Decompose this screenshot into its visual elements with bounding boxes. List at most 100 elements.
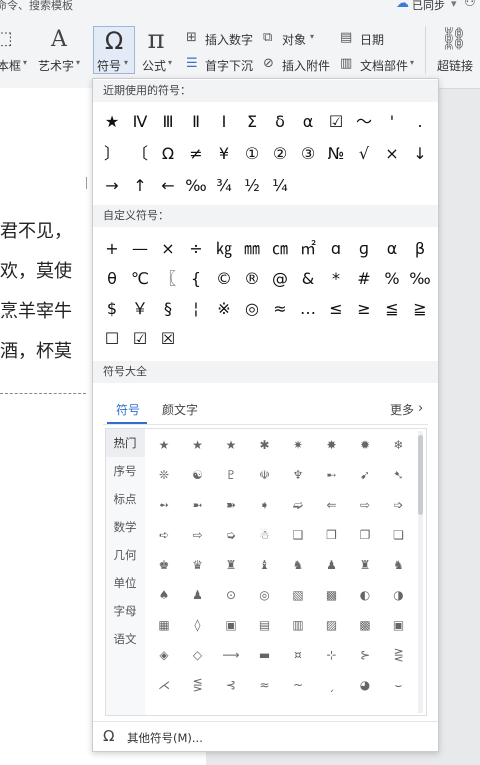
recent-symbol[interactable]: ≠ [183,142,209,166]
custom-symbol[interactable]: ® [239,267,265,291]
custom-symbol[interactable]: ɑ [323,237,349,261]
grid-symbol[interactable]: ⋌ [150,672,178,698]
recent-symbol[interactable]: ¼ [267,174,293,198]
custom-symbol[interactable]: … [295,297,321,321]
grid-symbol[interactable]: ❊ [150,462,178,488]
textbox-button[interactable]: 本框 [0,57,21,74]
custom-symbol[interactable]: ㎝ [267,237,293,261]
recent-symbol[interactable]: ↑ [127,174,153,198]
custom-symbol[interactable]: © [211,267,237,291]
custom-symbol[interactable]: ※ [211,297,237,321]
sync-chevron-icon[interactable]: ▾ [451,0,457,10]
grid-symbol[interactable]: ⇨ [184,522,212,548]
grid-symbol[interactable]: ❐ [351,522,379,548]
custom-symbol[interactable]: ≧ [407,297,433,321]
grid-symbol[interactable]: ➽ [217,492,245,518]
recent-symbol[interactable]: ③ [295,142,321,166]
grid-symbol[interactable]: ☫ [251,462,279,488]
custom-symbol[interactable]: ɡ [351,237,377,261]
grid-symbol[interactable]: ◐ [351,582,379,608]
custom-symbol[interactable]: × [155,237,181,261]
custom-symbol[interactable]: @ [267,267,293,291]
tab-kaomoji[interactable]: 颜文字 [162,401,198,419]
custom-symbol[interactable]: { [183,267,209,291]
category-item[interactable]: 热门 [106,429,144,457]
grid-symbol[interactable]: ♠ [150,582,178,608]
scrollbar-thumb[interactable] [418,435,423,515]
object-icon[interactable]: ⧉ [263,30,272,45]
grid-symbol[interactable]: ˏ [318,672,346,698]
grid-symbol[interactable]: ♝ [251,552,279,578]
grid-symbol[interactable]: ⌣ [385,672,413,698]
custom-symbol[interactable]: ◎ [239,297,265,321]
paperclip-icon[interactable]: ⊘ [263,56,274,71]
more-link[interactable]: 更多 [390,401,414,419]
grid-symbol[interactable]: ★ [150,432,178,458]
custom-symbol[interactable]: ☐ [99,327,125,351]
category-item[interactable]: 语文 [106,625,144,653]
recent-symbol[interactable]: ～ [351,110,377,134]
grid-symbol[interactable]: ♞ [284,552,312,578]
grid-symbol[interactable]: ☯ [184,462,212,488]
custom-symbol[interactable]: α [379,237,405,261]
document-line-1[interactable]: 君不见， [0,217,72,243]
grid-symbol[interactable]: ◎ [251,582,279,608]
date-button[interactable]: 日期 [360,31,384,48]
grid-symbol[interactable]: ★ [184,432,212,458]
grid-symbol[interactable]: ◕ [351,672,379,698]
grid-symbol[interactable]: ▣ [385,612,413,638]
art-text-dropdown-icon[interactable]: ▾ [76,58,80,67]
grid-symbol[interactable]: ➹ [351,462,379,488]
recent-symbol[interactable]: Ⅰ [211,110,237,134]
recent-symbol[interactable]: ¾ [211,174,237,198]
grid-symbol[interactable]: ☃ [251,522,279,548]
grid-symbol[interactable]: ~ [284,672,312,698]
category-item[interactable]: 几何 [106,541,144,569]
grid-symbol[interactable]: ❑ [284,522,312,548]
formula-button[interactable]: 公式 [142,57,166,74]
custom-symbol[interactable]: + [99,237,125,261]
scrollbar-track[interactable] [418,431,423,713]
dropcap-icon[interactable]: ☰ [186,56,198,71]
grid-symbol[interactable]: ✱ [251,432,279,458]
grid-symbol[interactable]: ♆ [284,462,312,488]
grid-symbol[interactable]: ♜ [217,552,245,578]
grid-symbol[interactable]: ◇ [184,642,212,668]
grid-symbol[interactable]: ▨ [318,612,346,638]
category-item[interactable]: 数学 [106,513,144,541]
link-icon[interactable]: ⛓ [440,27,468,53]
grid-symbol[interactable]: ⊰ [217,672,245,698]
textbox-icon[interactable]: ⬚ [0,28,14,50]
grid-symbol[interactable]: ⇐ [318,492,346,518]
grid-symbol[interactable]: ♟ [318,552,346,578]
custom-symbol[interactable]: % [379,267,405,291]
grid-symbol[interactable]: ➼ [184,492,212,518]
grid-symbol[interactable]: ★ [217,432,245,458]
hyperlink-button[interactable]: 超链接 [437,57,473,74]
doc-parts-dropdown-icon[interactable]: ▾ [410,58,414,67]
custom-symbol[interactable]: 〖 [155,267,181,291]
custom-symbol[interactable]: $ [99,297,125,321]
grid-symbol[interactable]: ▬ [251,642,279,668]
grid-symbol[interactable]: ¤ [284,642,312,668]
grid-symbol[interactable]: ➷ [385,462,413,488]
document-line-2[interactable]: 欢，莫使 [0,257,72,283]
custom-symbol[interactable]: ㎜ [239,237,265,261]
grid-symbol[interactable]: ♛ [184,552,212,578]
sync-status[interactable]: 已同步 [412,0,445,13]
grid-symbol[interactable]: ▤ [251,612,279,638]
custom-symbol[interactable]: ≤ [323,297,349,321]
grid-symbol[interactable]: ♞ [385,552,413,578]
grid-symbol[interactable]: ▣ [217,612,245,638]
recent-symbol[interactable]: № [323,142,349,166]
recent-symbol[interactable]: Ω [155,142,181,166]
symbol-button[interactable]: Ω 符号 ▾ [93,26,135,74]
recent-symbol[interactable]: ' [379,110,405,134]
grid-symbol[interactable]: ➩ [385,492,413,518]
custom-symbol[interactable]: β [407,237,433,261]
custom-symbol[interactable]: ÷ [183,237,209,261]
insert-number-button[interactable]: 插入数字 [205,31,253,48]
grid-symbol[interactable]: ➭ [217,522,245,548]
command-search-hint[interactable]: 命令、搜索模板 [0,0,73,13]
grid-symbol[interactable]: ◑ [385,582,413,608]
